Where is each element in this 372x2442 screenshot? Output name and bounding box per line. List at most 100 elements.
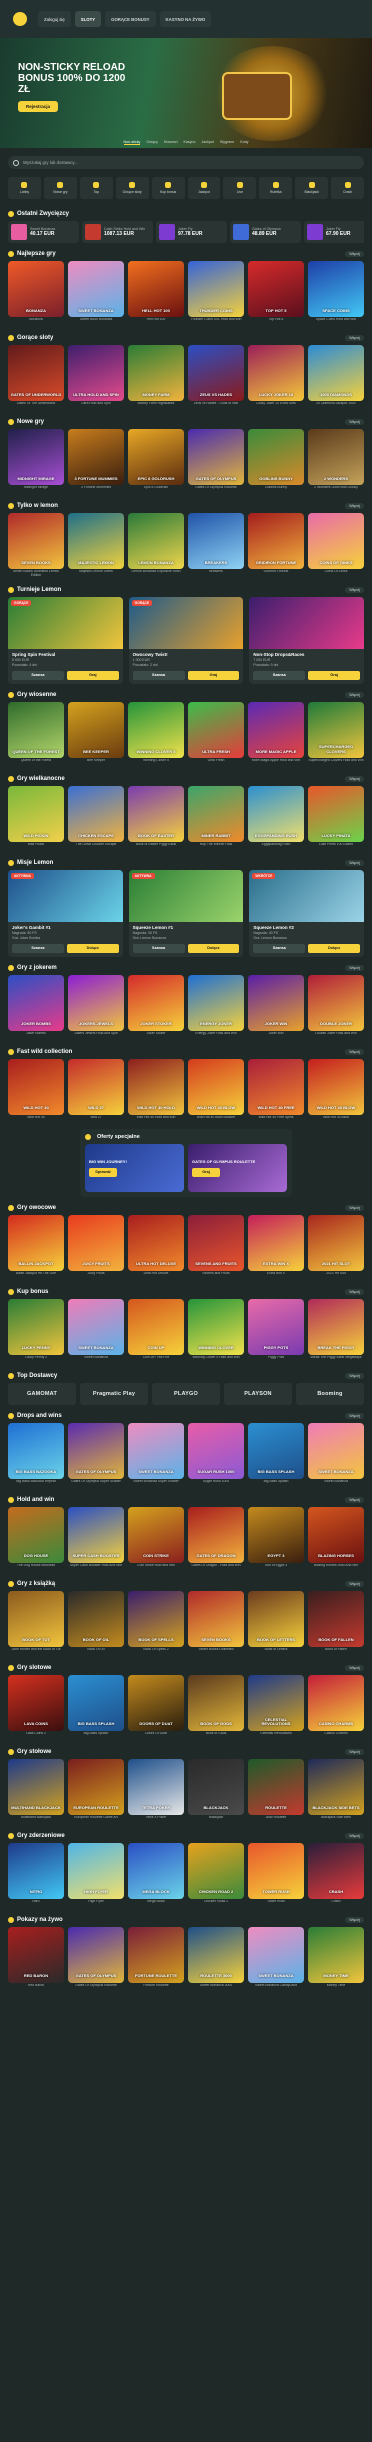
game-card[interactable]: Miner Rabbit Hop The Winner Hold bbox=[188, 785, 244, 852]
game-card[interactable]: Jokers Jewels Jokers Jewels Hold And Spin bbox=[68, 974, 124, 1041]
category-5[interactable]: Jackpot bbox=[187, 177, 221, 199]
game-thumbnail[interactable]: Midnight Mirage bbox=[8, 429, 64, 485]
game-thumbnail[interactable]: Lucky Pinata bbox=[308, 785, 364, 842]
game-card[interactable]: Blackjack Side Bets Blackjack Side Bets bbox=[308, 1758, 364, 1825]
game-card[interactable]: Blackjack Blackjack bbox=[188, 1758, 244, 1825]
game-thumbnail[interactable]: Ballin Jackpot bbox=[8, 1214, 64, 1271]
play-button[interactable]: Dołącz bbox=[187, 943, 240, 953]
game-card[interactable]: Multihand Blackjack Multihand Blackjack bbox=[8, 1758, 64, 1825]
game-card[interactable]: Energy Joker Energy Joker Hold and Win bbox=[188, 974, 244, 1041]
game-thumbnail[interactable]: Joker Stoker bbox=[128, 974, 184, 1031]
game-card[interactable]: Tetra Poker Tetra X Poker bbox=[128, 1758, 184, 1825]
tournament-card[interactable]: GORĄCE Spring Spin Festival 5 000 EUR Pozos… bbox=[8, 597, 123, 684]
game-card[interactable]: Big Bass Splash Big Bass Splash bbox=[68, 1674, 124, 1741]
game-thumbnail[interactable]: Piggy Pots bbox=[248, 1298, 304, 1355]
game-thumbnail[interactable]: Gates of Dragon bbox=[188, 1506, 244, 1563]
play-button[interactable]: Graj bbox=[187, 670, 240, 680]
game-card[interactable]: Winning Clover 5 Winning Clover 5 bbox=[128, 701, 184, 768]
game-thumbnail[interactable]: Wild Hot 40 Free bbox=[248, 1058, 304, 1115]
game-thumbnail[interactable]: Celestial Revolutions bbox=[248, 1674, 304, 1731]
game-thumbnail[interactable]: Doors of Duat bbox=[128, 1674, 184, 1731]
more-button[interactable]: Więcej bbox=[345, 1288, 364, 1295]
more-button[interactable]: Więcej bbox=[345, 1748, 364, 1755]
game-thumbnail[interactable]: Energy Joker bbox=[188, 974, 244, 1031]
hero-slider-tab[interactable]: Gorący bbox=[146, 140, 158, 145]
details-button[interactable]: Szansa bbox=[12, 670, 64, 680]
game-card[interactable]: Nitro Nitro bbox=[8, 1842, 64, 1909]
game-card[interactable]: High Flyer High Flyer bbox=[68, 1842, 124, 1909]
game-card[interactable]: Big Bass Bazooka Big Bass Bazooka Repeat bbox=[8, 1422, 64, 1489]
game-card[interactable]: Lava Coins Lava Coins 2 bbox=[8, 1674, 64, 1741]
game-card[interactable]: Break The Piggy Break The Piggy Bank Mega… bbox=[308, 1298, 364, 1365]
provider-logo[interactable]: Pragmatic Play bbox=[80, 1382, 148, 1405]
game-thumbnail[interactable]: Joker Bombs bbox=[8, 974, 64, 1031]
game-card[interactable]: Wild Hot 40 Blow Wild Hot 40 Blow bbox=[308, 1058, 364, 1125]
game-thumbnail[interactable]: European Roulette bbox=[68, 1758, 124, 1815]
more-button[interactable]: Więcej bbox=[345, 1412, 364, 1419]
game-thumbnail[interactable]: Seven Books bbox=[188, 1590, 244, 1647]
game-thumbnail[interactable]: Big Bass Bazooka bbox=[8, 1422, 64, 1479]
hero-slider-tab[interactable]: Wygrane bbox=[220, 140, 234, 145]
game-card[interactable]: Book of Letters Book of Letters bbox=[248, 1590, 304, 1657]
game-card[interactable]: Bee Keeper Bee Keeper bbox=[68, 701, 124, 768]
more-button[interactable]: Więcej bbox=[345, 691, 364, 698]
game-thumbnail[interactable]: More Magic Apple bbox=[248, 701, 304, 758]
game-thumbnail[interactable]: Ultra Fresh bbox=[188, 701, 244, 758]
game-thumbnail[interactable]: Wild Hot 40 Blow bbox=[188, 1058, 244, 1115]
game-thumbnail[interactable]: Crash bbox=[308, 1842, 364, 1899]
game-thumbnail[interactable]: Multihand Blackjack bbox=[8, 1758, 64, 1815]
login-button[interactable]: Zaloguj się bbox=[38, 11, 71, 27]
game-card[interactable]: Book Of Oil Book Of Oil bbox=[68, 1590, 124, 1657]
game-card[interactable]: Sweet Bonanza Sweet Bush Bonanza bbox=[68, 261, 124, 327]
offer-card[interactable]: GATES OF OLYMPUS ROULETTE Graj bbox=[188, 1143, 287, 1192]
game-card[interactable]: Crash Crash bbox=[308, 1842, 364, 1909]
game-thumbnail[interactable]: Sugar Rush 1000 bbox=[188, 1422, 244, 1479]
game-thumbnail[interactable]: Queen of the Forest bbox=[8, 701, 64, 758]
game-card[interactable]: Lucky Pinata Lush Prints 100 Easter bbox=[308, 785, 364, 852]
game-thumbnail[interactable]: Bee Keeper bbox=[68, 701, 124, 758]
game-thumbnail[interactable]: Blackjack bbox=[188, 1758, 244, 1815]
game-card[interactable]: Book of Spells Book Of Spells 2 bbox=[128, 1590, 184, 1657]
game-thumbnail[interactable]: Sevens and Fruits bbox=[188, 1214, 244, 1271]
game-card[interactable]: Lucky Joker 10 Lucky Joker 10 Extra Gifts bbox=[248, 345, 304, 411]
game-card[interactable]: Ultra Fresh Ultra Fresh bbox=[188, 701, 244, 768]
game-card[interactable]: Goblins Bunny Goblins Bunny bbox=[248, 429, 304, 495]
game-card[interactable]: Coin Strike Coin Strike Hold and Win bbox=[128, 1506, 184, 1573]
game-thumbnail[interactable]: Thunder Coins bbox=[188, 261, 244, 317]
game-card[interactable]: Money Farm Money Farm Highstakes bbox=[128, 345, 184, 411]
game-thumbnail[interactable]: Wild Hot 40 bbox=[8, 1058, 64, 1115]
game-thumbnail[interactable]: Sweet Bonanza bbox=[128, 1422, 184, 1479]
game-card[interactable]: Gates of Olympus Gates Of Olympus Roulett… bbox=[68, 1926, 124, 1993]
game-card[interactable]: Double Joker Double Joker Hold and Win bbox=[308, 974, 364, 1041]
more-button[interactable]: Więcej bbox=[345, 775, 364, 782]
game-card[interactable]: Sweet Bonanza Sweet Bonanza Super Scatter bbox=[128, 1422, 184, 1489]
game-card[interactable]: Piggy Pots Piggy Pots bbox=[248, 1298, 304, 1365]
game-card[interactable]: Sugar Rush 1000 Sugar Rush 1000 bbox=[188, 1422, 244, 1489]
game-thumbnail[interactable]: Lucky Joker 10 bbox=[248, 345, 304, 401]
game-thumbnail[interactable]: Wild 27 bbox=[68, 1058, 124, 1115]
game-thumbnail[interactable]: Money Farm bbox=[128, 345, 184, 401]
game-thumbnail[interactable]: Supercharged Clovers bbox=[308, 701, 364, 758]
game-thumbnail[interactable]: Roulette bbox=[248, 1758, 304, 1815]
game-thumbnail[interactable]: Bonanza bbox=[8, 261, 64, 317]
game-thumbnail[interactable]: 2021 Hit Slot bbox=[308, 1214, 364, 1271]
provider-logo[interactable]: PLAYGO bbox=[152, 1382, 220, 1405]
play-button[interactable]: Dołącz bbox=[308, 943, 360, 953]
game-card[interactable]: Book of Easter Book of Easter Piggy Bank bbox=[128, 785, 184, 852]
game-thumbnail[interactable]: Tetra Poker bbox=[128, 1758, 184, 1815]
game-card[interactable]: Ultra Hold and Spin Ultra Hold and Spin bbox=[68, 345, 124, 411]
game-thumbnail[interactable]: Space Coins bbox=[308, 261, 364, 317]
game-card[interactable]: Doors of Duat Doors Of Duat bbox=[128, 1674, 184, 1741]
game-card[interactable]: Sweet Bonanza Sweet Bonanza bbox=[308, 1422, 364, 1489]
game-thumbnail[interactable]: Blazing Horses bbox=[308, 1506, 364, 1563]
game-card[interactable]: Juicy Fruits Juicy Fruits bbox=[68, 1214, 124, 1281]
game-card[interactable]: Lucky Penny Lucky Penny 2 bbox=[8, 1298, 64, 1365]
details-button[interactable]: Szansa bbox=[253, 943, 306, 953]
game-card[interactable]: Hell Hot 100 Hell Hot 100 bbox=[128, 261, 184, 327]
game-thumbnail[interactable]: Book of Easter bbox=[128, 785, 184, 842]
game-thumbnail[interactable]: Sweet Bonanza bbox=[248, 1926, 304, 1983]
more-button[interactable]: Więcej bbox=[345, 335, 364, 341]
tab-hot-bonuses[interactable]: Gorące bonusy bbox=[105, 11, 156, 27]
hero-slider-tab[interactable]: Kody bbox=[240, 140, 248, 145]
lemon-logo[interactable] bbox=[6, 11, 34, 27]
